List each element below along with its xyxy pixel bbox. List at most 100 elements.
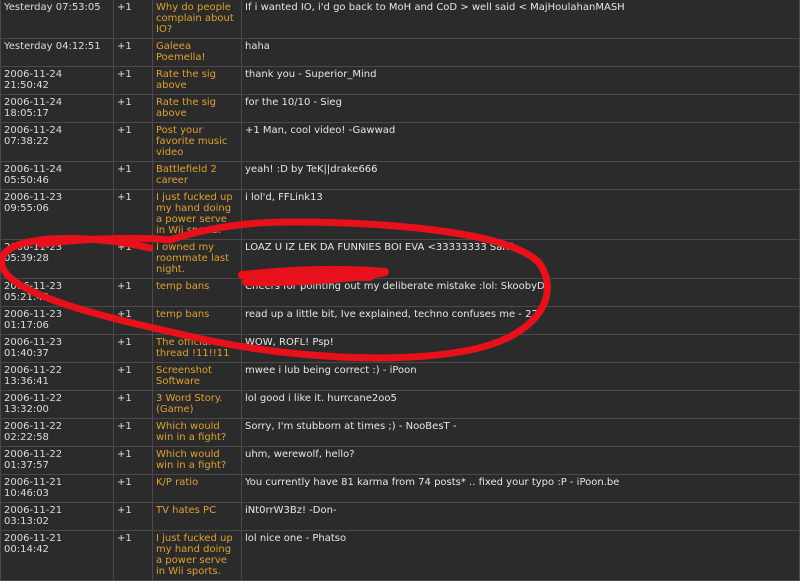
karma-date: 2006-11-22 02:22:58 [0, 418, 114, 447]
karma-row: 2006-11-22 02:22:58 +1 Which would win in … [0, 418, 800, 447]
karma-points: +1 [113, 189, 153, 240]
thread-link[interactable]: Which would win in a fight? [156, 421, 226, 443]
karma-comment: If i wanted IO, i'd go back to MoH and C… [241, 0, 800, 39]
karma-thread-cell: temp bans [152, 278, 242, 307]
karma-row: 2006-11-22 13:36:41 +1 Screenshot Software… [0, 362, 800, 391]
karma-comment: WOW, ROFL! Psp! [241, 334, 800, 363]
karma-points: +1 [113, 122, 153, 162]
karma-comment: uhm, werewolf, hello? [241, 446, 800, 475]
karma-comment: lol good i like it. hurrcane2oo5 [241, 390, 800, 419]
karma-date: 2006-11-23 05:39:28 [0, 239, 114, 279]
thread-link[interactable]: temp bans [156, 309, 209, 320]
karma-points: +1 [113, 94, 153, 123]
karma-date: 2006-11-24 18:05:17 [0, 94, 114, 123]
karma-thread-cell: Which would win in a fight? [152, 446, 242, 475]
karma-points: +1 [113, 418, 153, 447]
thread-link[interactable]: Screenshot Software [156, 365, 212, 387]
karma-comment: haha [241, 38, 800, 67]
thread-link[interactable]: Why do people complain about IO? [156, 2, 234, 35]
thread-link[interactable]: Which would win in a fight? [156, 449, 226, 471]
karma-comment: read up a little bit, Ive explained, tec… [241, 306, 800, 335]
karma-comment: Sorry, I'm stubborn at times ;) - NooBes… [241, 418, 800, 447]
karma-thread-cell: Rate the sig above [152, 66, 242, 95]
karma-thread-cell: I just fucked up my hand doing a power s… [152, 189, 242, 240]
karma-comment: You currently have 81 karma from 74 post… [241, 474, 800, 503]
karma-row: 2006-11-21 10:46:03 +1 K/P ratio You curren… [0, 474, 800, 503]
karma-comment: iNt0rrW3Bz! -Don- [241, 502, 800, 531]
karma-points: +1 [113, 161, 153, 190]
karma-log-table: Yesterday 07:53:05 +1 Why do people compla… [0, 0, 800, 581]
karma-date: 2006-11-23 05:21:40 [0, 278, 114, 307]
karma-thread-cell: Why do people complain about IO? [152, 0, 242, 39]
karma-date: 2006-11-23 01:40:37 [0, 334, 114, 363]
thread-link[interactable]: Post your favorite music video [156, 125, 227, 158]
karma-comment: Cheers for pointing out my deliberate mi… [241, 278, 800, 307]
karma-points: +1 [113, 446, 153, 475]
karma-points: +1 [113, 530, 153, 581]
karma-date: 2006-11-23 09:55:06 [0, 189, 114, 240]
thread-link[interactable]: Battlefield 2 career [156, 164, 217, 186]
karma-comment: mwee i lub being correct :) - iPoon [241, 362, 800, 391]
karma-row: 2006-11-23 01:40:37 +1 The official thread… [0, 334, 800, 363]
karma-row: 2006-11-22 13:32:00 +1 3 Word Story. (Game… [0, 390, 800, 419]
thread-link[interactable]: Rate the sig above [156, 69, 216, 91]
thread-link[interactable]: I just fucked up my hand doing a power s… [156, 192, 233, 236]
karma-points: +1 [113, 278, 153, 307]
karma-comment: i lol'd, FFLink13 [241, 189, 800, 240]
karma-points: +1 [113, 306, 153, 335]
karma-thread-cell: K/P ratio [152, 474, 242, 503]
karma-comment: for the 10/10 - Sieg [241, 94, 800, 123]
karma-points: +1 [113, 38, 153, 67]
karma-row: 2006-11-24 07:38:22 +1 Post your favorite … [0, 122, 800, 162]
karma-date: Yesterday 04:12:51 [0, 38, 114, 67]
karma-date: 2006-11-22 13:36:41 [0, 362, 114, 391]
karma-points: +1 [113, 474, 153, 503]
thread-link[interactable]: Rate the sig above [156, 97, 216, 119]
thread-link[interactable]: The official thread !11!!11 [156, 337, 229, 359]
karma-thread-cell: Battlefield 2 career [152, 161, 242, 190]
karma-thread-cell: temp bans [152, 306, 242, 335]
thread-link[interactable]: temp bans [156, 281, 209, 292]
thread-link[interactable]: I just fucked up my hand doing a power s… [156, 533, 233, 577]
thread-link[interactable]: TV hates PC [156, 505, 216, 516]
karma-row: 2006-11-23 05:39:28 +1 I owned my roommate… [0, 239, 800, 279]
karma-date: 2006-11-21 03:13:02 [0, 502, 114, 531]
thread-link[interactable]: K/P ratio [156, 477, 198, 488]
karma-log-body: Yesterday 07:53:05 +1 Why do people compla… [0, 0, 800, 581]
karma-thread-cell: The official thread !11!!11 [152, 334, 242, 363]
karma-points: +1 [113, 334, 153, 363]
karma-points: +1 [113, 502, 153, 531]
karma-thread-cell: 3 Word Story. (Game) [152, 390, 242, 419]
karma-row: Yesterday 04:12:51 +1 Galeea Poemella! haha [0, 38, 800, 67]
karma-date: 2006-11-22 01:37:57 [0, 446, 114, 475]
karma-thread-cell: Rate the sig above [152, 94, 242, 123]
karma-row: 2006-11-24 21:50:42 +1 Rate the sig above t… [0, 66, 800, 95]
karma-date: 2006-11-24 07:38:22 [0, 122, 114, 162]
karma-row: 2006-11-21 03:13:02 +1 TV hates PC iNt0rrW3… [0, 502, 800, 531]
karma-points: +1 [113, 362, 153, 391]
thread-link[interactable]: 3 Word Story. (Game) [156, 393, 223, 415]
karma-row: 2006-11-21 00:14:42 +1 I just fucked up my… [0, 530, 800, 581]
karma-row: Yesterday 07:53:05 +1 Why do people compla… [0, 0, 800, 39]
karma-points: +1 [113, 390, 153, 419]
karma-points: +1 [113, 0, 153, 39]
karma-date: 2006-11-24 21:50:42 [0, 66, 114, 95]
karma-comment: thank you - Superior_Mind [241, 66, 800, 95]
karma-points: +1 [113, 239, 153, 279]
karma-row: 2006-11-23 01:17:06 +1 temp bans read up a … [0, 306, 800, 335]
karma-thread-cell: I owned my roommate last night. [152, 239, 242, 279]
karma-row: 2006-11-23 09:55:06 +1 I just fucked up my… [0, 189, 800, 240]
thread-link[interactable]: I owned my roommate last night. [156, 242, 229, 275]
karma-row: 2006-11-23 05:21:40 +1 temp bans Cheers for… [0, 278, 800, 307]
karma-row: 2006-11-22 01:37:57 +1 Which would win in … [0, 446, 800, 475]
karma-thread-cell: Screenshot Software [152, 362, 242, 391]
karma-date: 2006-11-22 13:32:00 [0, 390, 114, 419]
karma-date: 2006-11-21 10:46:03 [0, 474, 114, 503]
karma-date: 2006-11-24 05:50:46 [0, 161, 114, 190]
karma-row: 2006-11-24 18:05:17 +1 Rate the sig above f… [0, 94, 800, 123]
karma-thread-cell: Which would win in a fight? [152, 418, 242, 447]
karma-date: Yesterday 07:53:05 [0, 0, 114, 39]
karma-points: +1 [113, 66, 153, 95]
karma-thread-cell: Post your favorite music video [152, 122, 242, 162]
thread-link[interactable]: Galeea Poemella! [156, 41, 206, 63]
